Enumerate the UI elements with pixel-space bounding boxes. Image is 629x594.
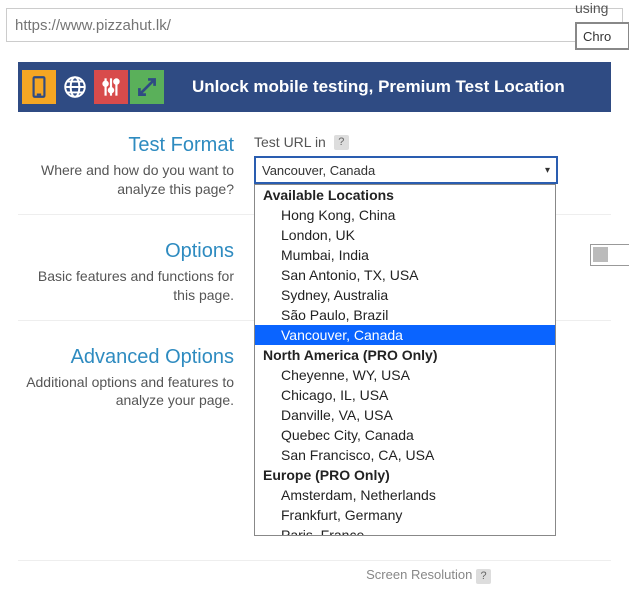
dropdown-group-header: Available Locations xyxy=(255,185,555,205)
dropdown-option[interactable]: Chicago, IL, USA xyxy=(255,385,555,405)
location-select-value: Vancouver, Canada xyxy=(262,163,375,178)
banner-icons xyxy=(22,70,164,104)
dropdown-group-header: Europe (PRO Only) xyxy=(255,465,555,485)
footer-label: Screen Resolution xyxy=(366,567,472,582)
sliders-icon xyxy=(94,70,128,104)
globe-icon xyxy=(58,70,92,104)
dropdown-option[interactable]: Danville, VA, USA xyxy=(255,405,555,425)
url-input[interactable] xyxy=(6,8,623,42)
test-format-title: Test Format xyxy=(18,134,234,157)
test-url-label: Test URL in xyxy=(254,134,326,150)
dropdown-option[interactable]: San Antonio, TX, USA xyxy=(255,265,555,285)
using-label: using xyxy=(575,0,629,16)
banner-text: Unlock mobile testing, Premium Test Loca… xyxy=(192,77,565,97)
color-swatch[interactable] xyxy=(590,244,629,266)
location-select[interactable]: Vancouver, Canada ▾ xyxy=(254,156,558,184)
browser-select-value: Chro xyxy=(583,29,611,44)
expand-icon xyxy=(130,70,164,104)
dropdown-option[interactable]: Paris, France xyxy=(255,525,555,536)
options-title: Options xyxy=(18,240,234,263)
dropdown-option[interactable]: London, UK xyxy=(255,225,555,245)
options-desc: Basic features and functions for this pa… xyxy=(18,267,234,305)
dropdown-option[interactable]: Amsterdam, Netherlands xyxy=(255,485,555,505)
mobile-icon xyxy=(22,70,56,104)
test-format-desc: Where and how do you want to analyze thi… xyxy=(18,161,234,199)
location-dropdown[interactable]: Available LocationsHong Kong, ChinaLondo… xyxy=(254,184,556,536)
dropdown-option[interactable]: San Francisco, CA, USA xyxy=(255,445,555,465)
dropdown-option[interactable]: Mumbai, India xyxy=(255,245,555,265)
promo-banner: Unlock mobile testing, Premium Test Loca… xyxy=(18,62,611,112)
advanced-title: Advanced Options xyxy=(18,346,234,369)
dropdown-option[interactable]: Frankfurt, Germany xyxy=(255,505,555,525)
dropdown-option[interactable]: Quebec City, Canada xyxy=(255,425,555,445)
dropdown-option[interactable]: Cheyenne, WY, USA xyxy=(255,365,555,385)
dropdown-group-header: North America (PRO Only) xyxy=(255,345,555,365)
test-format-section: Test Format Where and how do you want to… xyxy=(18,114,611,199)
dropdown-option[interactable]: Vancouver, Canada xyxy=(255,325,555,345)
advanced-desc: Additional options and features to analy… xyxy=(18,373,234,411)
help-icon[interactable]: ? xyxy=(476,569,491,584)
chevron-down-icon: ▾ xyxy=(545,165,550,176)
dropdown-option[interactable]: São Paulo, Brazil xyxy=(255,305,555,325)
dropdown-option[interactable]: Hong Kong, China xyxy=(255,205,555,225)
browser-select[interactable]: Chro xyxy=(575,22,629,50)
dropdown-option[interactable]: Sydney, Australia xyxy=(255,285,555,305)
help-icon[interactable]: ? xyxy=(334,135,349,150)
